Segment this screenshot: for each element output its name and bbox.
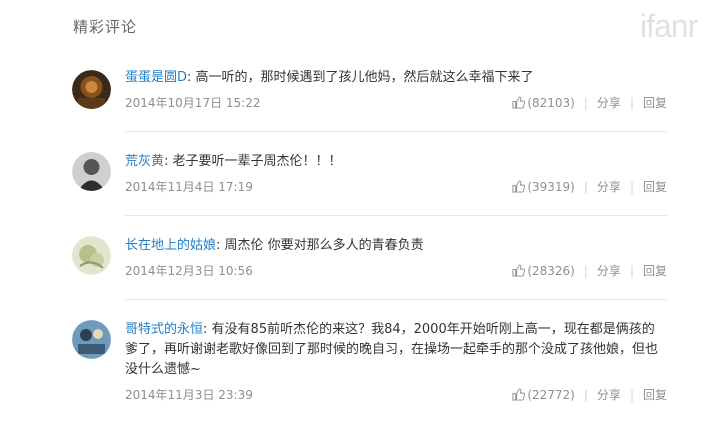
comment-text: 有没有85前听杰伦的来这？我84，2000年开始听刚上高一，现在都是俩孩的 [211,322,655,337]
avatar[interactable] [72,152,111,191]
comment-date: 2014年11月4日 17:19 [125,180,253,194]
separator: | [629,387,634,402]
comment-text-continued: 没什么遗憾~ [125,362,201,377]
comment-username[interactable]: 哥特式的永恒 [125,322,203,337]
avatar-image-icon [72,320,111,359]
comment-text: 高一听的，那时候遇到了孩儿他妈，然后就这么幸福下来了 [195,70,534,85]
comment-item: 蛋蛋是圆D: 高一听的，那时候遇到了孩儿他妈，然后就这么幸福下来了 2014年1… [0,64,720,148]
separator: | [583,95,588,110]
colon: : [164,154,169,169]
share-button[interactable]: 分享 [597,94,621,111]
comment-date: 2014年11月3日 23:39 [125,388,253,402]
thumbs-up-icon [512,388,526,401]
colon: : [187,70,192,85]
avatar-image-icon [72,152,111,191]
share-button[interactable]: 分享 [597,386,621,403]
avatar[interactable] [72,70,111,109]
reply-button[interactable]: 回复 [643,262,667,279]
like-button[interactable]: (22772) [512,388,575,402]
comment-text-continued: 爹了，再听谢谢老歌好像回到了那时候的晚自习，在操场一起牵手的那个没成了孩他娘，但… [125,342,659,357]
comment-actions: (28326) | 分享 | 回复 [512,262,667,279]
thumbs-up-icon [512,180,526,193]
like-button[interactable]: (28326) [512,264,575,278]
thumbs-up-icon [512,96,526,109]
comment-username[interactable]: 长在地上的姑娘 [125,238,216,253]
separator: | [583,179,588,194]
reply-button[interactable]: 回复 [643,386,667,403]
comment-actions: (39319) | 分享 | 回复 [512,178,667,195]
comment-username[interactable]: 荒灰黄 [125,154,164,169]
divider [125,215,667,216]
comment-text: 周杰伦 你要对那么多人的青春负责 [224,238,424,253]
thumbs-up-icon [512,264,526,277]
divider [125,131,667,132]
avatar[interactable] [72,236,111,275]
comment-item: 荒灰黄: 老子要听一辈子周杰伦！！！ 2014年11月4日 17:19 (393… [0,148,720,232]
comment-item: 哥特式的永恒: 有没有85前听杰伦的来这？我84，2000年开始听刚上高一，现在… [0,316,720,416]
section-title: 精彩评论 [73,18,138,36]
comment-item: 长在地上的姑娘: 周杰伦 你要对那么多人的青春负责 2014年12月3日 10:… [0,232,720,316]
reply-button[interactable]: 回复 [643,94,667,111]
colon: : [203,322,208,337]
like-count: (28326) [527,263,575,278]
separator: | [629,95,634,110]
comment-text: 老子要听一辈子周杰伦！！！ [172,154,342,169]
comment-date: 2014年10月17日 15:22 [125,96,261,110]
share-button[interactable]: 分享 [597,178,621,195]
separator: | [583,263,588,278]
divider [125,299,667,300]
comment-username[interactable]: 蛋蛋是圆D [125,70,187,85]
like-button[interactable]: (82103) [512,96,575,110]
separator: | [629,263,634,278]
share-button[interactable]: 分享 [597,262,621,279]
ifanr-watermark: ifanr [640,8,698,44]
avatar-image-icon [72,70,111,109]
separator: | [583,387,588,402]
like-button[interactable]: (39319) [512,180,575,194]
like-count: (39319) [527,179,575,194]
reply-button[interactable]: 回复 [643,178,667,195]
avatar[interactable] [72,320,111,359]
avatar-image-icon [72,236,111,275]
comment-actions: (22772) | 分享 | 回复 [512,386,667,403]
comment-date: 2014年12月3日 10:56 [125,264,253,278]
comment-actions: (82103) | 分享 | 回复 [512,94,667,111]
colon: : [216,238,221,253]
like-count: (22772) [527,387,575,402]
like-count: (82103) [527,95,575,110]
separator: | [629,179,634,194]
